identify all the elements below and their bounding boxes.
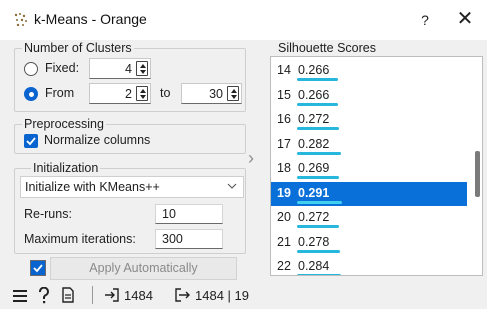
reruns-field[interactable]: 10 bbox=[155, 204, 223, 224]
silhouette-score: 0.284 bbox=[298, 259, 330, 273]
menu-icon[interactable] bbox=[13, 290, 27, 302]
maxiter-field[interactable]: 300 bbox=[155, 229, 223, 249]
fixed-radio[interactable] bbox=[24, 62, 38, 76]
scrollbar-thumb[interactable] bbox=[475, 151, 480, 197]
cluster-count: 21 bbox=[277, 234, 291, 249]
silhouette-score: 0.266 bbox=[298, 87, 330, 102]
silhouette-score: 0.278 bbox=[298, 234, 330, 249]
silhouette-bar bbox=[297, 151, 341, 155]
title-bar: k-Means - Orange ? ✕ bbox=[0, 0, 487, 40]
fixed-stepper-icon[interactable] bbox=[136, 61, 148, 76]
normalize-checkbox[interactable] bbox=[24, 134, 38, 148]
chevron-down-icon bbox=[227, 183, 237, 189]
apply-button[interactable]: Apply Automatically bbox=[50, 257, 237, 280]
silhouette-bar bbox=[297, 225, 339, 228]
silhouette-bar bbox=[297, 274, 341, 275]
to-label: to bbox=[160, 86, 171, 100]
silhouette-row[interactable]: 15 0.266 bbox=[271, 84, 467, 109]
silhouette-row[interactable]: 16 0.272 bbox=[271, 108, 467, 133]
reruns-value: 10 bbox=[162, 207, 176, 221]
silhouette-bar bbox=[297, 78, 338, 81]
chevron-right-icon: › bbox=[248, 148, 254, 168]
silhouette-score: 0.266 bbox=[298, 63, 330, 77]
silhouette-row[interactable]: 21 0.278 bbox=[271, 231, 467, 256]
cluster-count: 22 bbox=[277, 259, 291, 273]
output-icon bbox=[175, 288, 190, 302]
help-icon[interactable] bbox=[38, 287, 50, 304]
initialization-combo[interactable]: Initialize with KMeans++ bbox=[20, 176, 244, 198]
reruns-label: Re-runs: bbox=[24, 207, 72, 221]
silhouette-row[interactable]: 22 0.284 bbox=[271, 255, 467, 275]
report-icon[interactable] bbox=[62, 287, 74, 303]
from-stepper-icon[interactable] bbox=[136, 86, 148, 101]
to-spinbox[interactable]: 30 bbox=[181, 83, 242, 104]
silhouette-score: 0.272 bbox=[298, 112, 330, 126]
status-divider bbox=[92, 286, 93, 304]
status-bar: 1484 1484 | 19 bbox=[0, 282, 487, 309]
preprocessing-group-title: Preprocessing bbox=[22, 117, 106, 131]
normalize-label[interactable]: Normalize columns bbox=[44, 133, 150, 147]
silhouette-row[interactable]: 17 0.282 bbox=[271, 133, 467, 158]
silhouette-score: 0.291 bbox=[298, 185, 330, 200]
initialization-group-title: Initialization bbox=[31, 161, 101, 175]
clusters-group-title: Number of Clusters bbox=[22, 41, 134, 55]
silhouette-row[interactable]: 14 0.266 bbox=[271, 59, 467, 84]
silhouette-title: Silhouette Scores bbox=[278, 41, 376, 55]
kmeans-dots-icon bbox=[14, 13, 27, 27]
cluster-count: 18 bbox=[277, 161, 291, 175]
silhouette-row[interactable]: 19 0.291 bbox=[271, 181, 467, 206]
input-icon bbox=[105, 288, 119, 302]
cluster-count: 14 bbox=[277, 63, 291, 77]
silhouette-bar bbox=[297, 176, 339, 179]
from-label: From bbox=[45, 86, 75, 100]
silhouette-bar bbox=[297, 102, 338, 106]
apply-auto-checkbox[interactable] bbox=[30, 260, 46, 276]
initialization-method: Initialize with KMeans++ bbox=[25, 180, 160, 194]
cluster-count: 20 bbox=[277, 210, 291, 224]
silhouette-row[interactable]: 18 0.269 bbox=[271, 157, 467, 182]
from-value: 2 bbox=[125, 87, 132, 101]
silhouette-bar bbox=[297, 249, 340, 253]
silhouette-score: 0.272 bbox=[298, 210, 330, 224]
silhouette-bar bbox=[297, 200, 342, 204]
help-button[interactable]: ? bbox=[412, 8, 438, 32]
from-spinbox[interactable]: 2 bbox=[89, 83, 151, 104]
close-button[interactable]: ✕ bbox=[450, 8, 480, 32]
output-count: 1484 | 19 bbox=[195, 288, 249, 303]
silhouette-row[interactable]: 20 0.272 bbox=[271, 206, 467, 231]
cluster-count: 19 bbox=[277, 185, 291, 200]
fixed-spinbox[interactable]: 4 bbox=[89, 58, 151, 79]
silhouette-bar bbox=[297, 127, 339, 130]
silhouette-score: 0.282 bbox=[298, 136, 330, 151]
fixed-label: Fixed: bbox=[45, 61, 80, 75]
silhouette-score: 0.269 bbox=[298, 161, 330, 175]
cluster-count: 15 bbox=[277, 87, 291, 102]
cluster-count: 17 bbox=[277, 136, 291, 151]
from-radio[interactable] bbox=[24, 87, 38, 101]
window-title: k-Means - Orange bbox=[34, 11, 147, 27]
maxiter-label: Maximum iterations: bbox=[24, 232, 136, 246]
fixed-value: 4 bbox=[125, 62, 132, 76]
to-value: 30 bbox=[209, 87, 223, 101]
to-stepper-icon[interactable] bbox=[227, 86, 239, 101]
cluster-count: 16 bbox=[277, 112, 291, 126]
input-count: 1484 bbox=[124, 288, 153, 303]
silhouette-list[interactable]: 22 0.284 21 0.278 20 0.272 19 0.291 18 0.269 17 0.2… bbox=[270, 56, 483, 276]
maxiter-value: 300 bbox=[162, 232, 183, 246]
